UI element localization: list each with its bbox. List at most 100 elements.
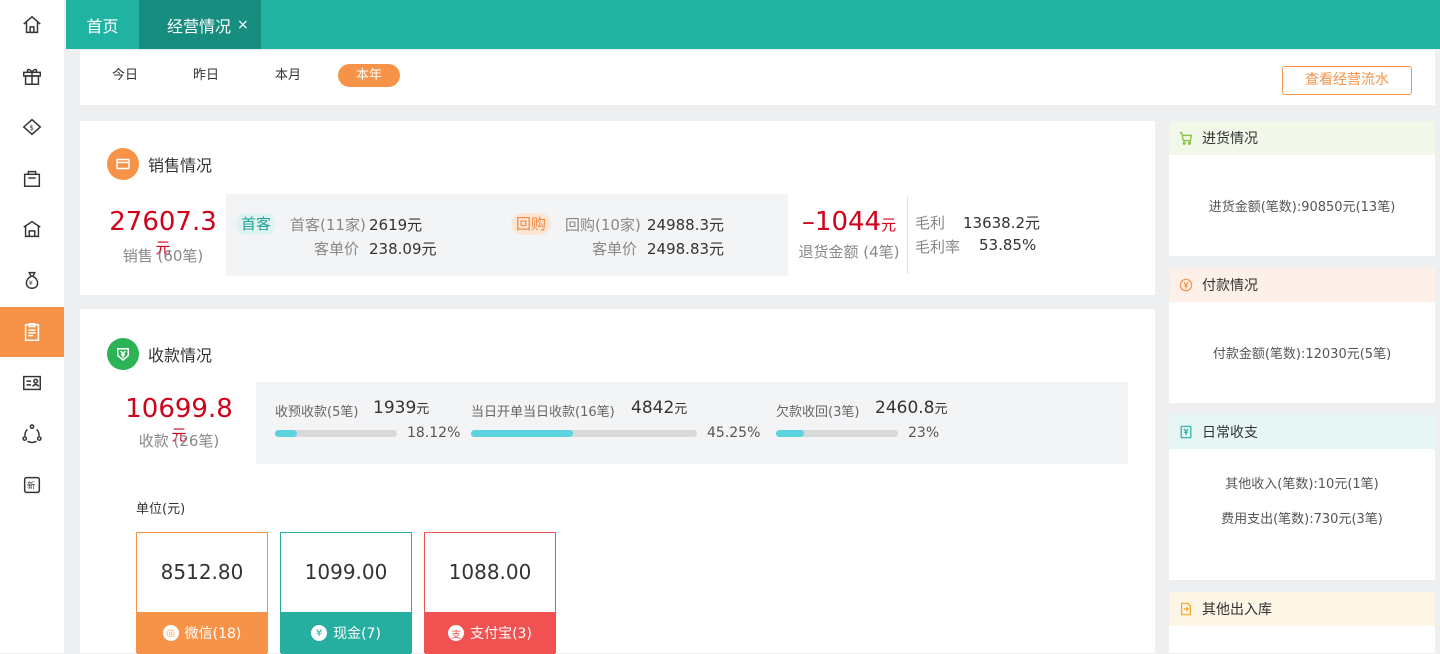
collection-title: 收款情况 <box>107 338 212 370</box>
cash-label: 现金(7) <box>333 626 381 642</box>
sales-title: 销售情况 <box>107 148 212 180</box>
warehouse-icon <box>23 220 41 238</box>
prepaid-amount-unit: 元 <box>416 402 430 417</box>
purchase-title: 进货情况 <box>1202 131 1258 147</box>
svg-text:新: 新 <box>27 481 35 491</box>
stock-doc-icon <box>1181 602 1191 616</box>
alipay-icon: 支 <box>448 625 465 641</box>
sales-total-value: 27607.3 <box>109 207 217 237</box>
first-customer-label: 首客(11家) <box>290 216 366 234</box>
collection-card: 收款情况 10699.8元 收款 (26笔) 收预收款(5笔) 1939元 18… <box>80 309 1155 654</box>
wallet-icon <box>107 148 139 180</box>
payment-title: 付款情况 <box>1202 278 1258 294</box>
payment-alipay-card[interactable]: 1088.00 支 支付宝(3) <box>424 532 556 654</box>
gross-profit-value: 13638.2元 <box>963 214 1041 232</box>
unit-label: 单位(元) <box>136 502 186 517</box>
refund-amount-unit: 元 <box>881 216 897 234</box>
same-day-progress-fill <box>471 430 574 437</box>
sidebar-item-gift[interactable] <box>0 51 64 101</box>
debt-recovery-percent: 23% <box>908 425 940 441</box>
cart-icon <box>1179 132 1193 145</box>
cash-amount: 1099.00 <box>304 560 388 584</box>
same-day-label: 当日开单当日收款(16笔) <box>471 405 615 420</box>
payment-card: 付款情况 付款金额(笔数):12030元(5笔) <box>1169 268 1435 403</box>
money-house-icon: $ <box>22 118 42 136</box>
same-day-amount-unit: 元 <box>674 402 688 417</box>
collection-breakdown-panel: 收预收款(5笔) 1939元 18.12% 当日开单当日收款(16笔) 4842… <box>256 382 1128 464</box>
period-month[interactable]: 本月 <box>257 64 319 87</box>
gift-icon <box>23 68 41 85</box>
alipay-amount: 1088.00 <box>448 560 532 584</box>
report-icon <box>24 323 40 341</box>
sidebar-item-new[interactable]: 新 <box>0 460 64 510</box>
tab-home[interactable]: 首页 <box>66 0 139 49</box>
repeat-customer-tag: 回购 <box>511 213 552 235</box>
wechat-icon: ◎ <box>162 625 179 641</box>
view-flow-button[interactable]: 查看经营流水 <box>1282 66 1412 95</box>
sidebar: $ ¥ 新 <box>0 0 64 653</box>
sidebar-item-money[interactable]: ¥ <box>0 255 64 305</box>
collection-total-value: 10699.8 <box>125 394 233 424</box>
daily-title: 日常收支 <box>1202 425 1258 441</box>
alipay-footer: 支 支付宝(3) <box>425 612 555 654</box>
first-avg-label: 客单价 <box>314 240 360 258</box>
cash-footer: ¥ 现金(7) <box>281 612 411 654</box>
payment-cash-card[interactable]: 1099.00 ¥ 现金(7) <box>280 532 412 654</box>
period-today[interactable]: 今日 <box>94 64 156 87</box>
sidebar-item-member[interactable] <box>0 358 64 408</box>
gross-profit-label: 毛利 <box>915 214 946 232</box>
refund-amount: –1044元 <box>798 207 900 237</box>
first-avg-value: 238.09元 <box>369 240 437 258</box>
gross-rate-label: 毛利率 <box>915 238 961 256</box>
prepaid-amount-value: 1939 <box>373 398 417 418</box>
debt-recovery-amount: 2460.8元 <box>875 398 948 418</box>
same-day-amount: 4842元 <box>631 398 687 418</box>
sales-count: 销售 (60笔) <box>122 247 204 265</box>
first-customer-tag: 首客 <box>236 213 277 235</box>
sidebar-item-warehouse[interactable] <box>0 204 64 254</box>
daily-header: 日常收支 <box>1169 415 1435 449</box>
alipay-label: 支付宝(3) <box>470 626 532 642</box>
prepaid-progress-fill <box>275 430 298 437</box>
ledger-icon <box>1180 425 1192 439</box>
cash-icon: ¥ <box>311 625 328 641</box>
debt-recovery-label: 欠款收回(3笔) <box>776 405 860 420</box>
member-card-icon <box>23 375 41 391</box>
stock-card: 其他出入库 <box>1169 592 1435 653</box>
period-filter-bar: 今日 昨日 本月 本年 查看经营流水 <box>80 50 1435 105</box>
payment-wechat-card[interactable]: 8512.80 ◎ 微信(18) <box>136 532 268 654</box>
sidebar-item-bag[interactable] <box>0 153 64 203</box>
first-customer-amount: 2619元 <box>369 216 423 234</box>
daily-income: 其他收入(笔数):10元(1笔) <box>1225 477 1379 492</box>
period-year[interactable]: 本年 <box>338 64 400 87</box>
sales-title-text: 销售情况 <box>148 156 213 175</box>
prepaid-progress-bar <box>275 430 397 437</box>
debt-recovery-amount-unit: 元 <box>934 402 948 417</box>
tab-home-label: 首页 <box>86 16 119 36</box>
purchase-amount: 进货金额(笔数):90850元(13笔) <box>1208 200 1396 215</box>
sidebar-item-network[interactable] <box>0 409 64 459</box>
payment-header: 付款情况 <box>1169 268 1435 302</box>
purchase-card: 进货情况 进货金额(笔数):90850元(13笔) <box>1169 121 1435 256</box>
same-day-progress-bar <box>471 430 697 437</box>
close-icon[interactable]: × <box>237 17 249 33</box>
network-icon <box>22 424 42 444</box>
prepaid-amount: 1939元 <box>373 398 429 418</box>
prepaid-label: 收预收款(5笔) <box>275 405 359 420</box>
repeat-customer-amount: 24988.3元 <box>647 216 725 234</box>
gross-rate-value: 53.85% <box>979 236 1037 254</box>
sidebar-item-home[interactable] <box>0 0 64 50</box>
stock-header: 其他出入库 <box>1169 592 1435 626</box>
sales-card: 销售情况 27607.3 元 销售 (60笔) 首客 首客(11家) 2619元 … <box>80 121 1155 295</box>
tab-active-label: 经营情况 <box>167 16 232 36</box>
period-yesterday[interactable]: 昨日 <box>175 64 237 87</box>
collection-count: 收款 (26笔) <box>138 432 220 450</box>
prepaid-percent: 18.12% <box>407 425 461 441</box>
sidebar-item-report[interactable] <box>0 307 64 357</box>
debt-recovery-progress-fill <box>776 430 805 437</box>
tab-business-overview[interactable]: 经营情况 × <box>139 0 261 49</box>
money-bag-icon: ¥ <box>25 271 39 289</box>
sidebar-item-finance[interactable]: $ <box>0 102 64 152</box>
refund-count: 退货金额 (4笔) <box>798 243 900 261</box>
daily-card: 日常收支 其他收入(笔数):10元(1笔) 费用支出(笔数):730元(3笔) <box>1169 415 1435 580</box>
